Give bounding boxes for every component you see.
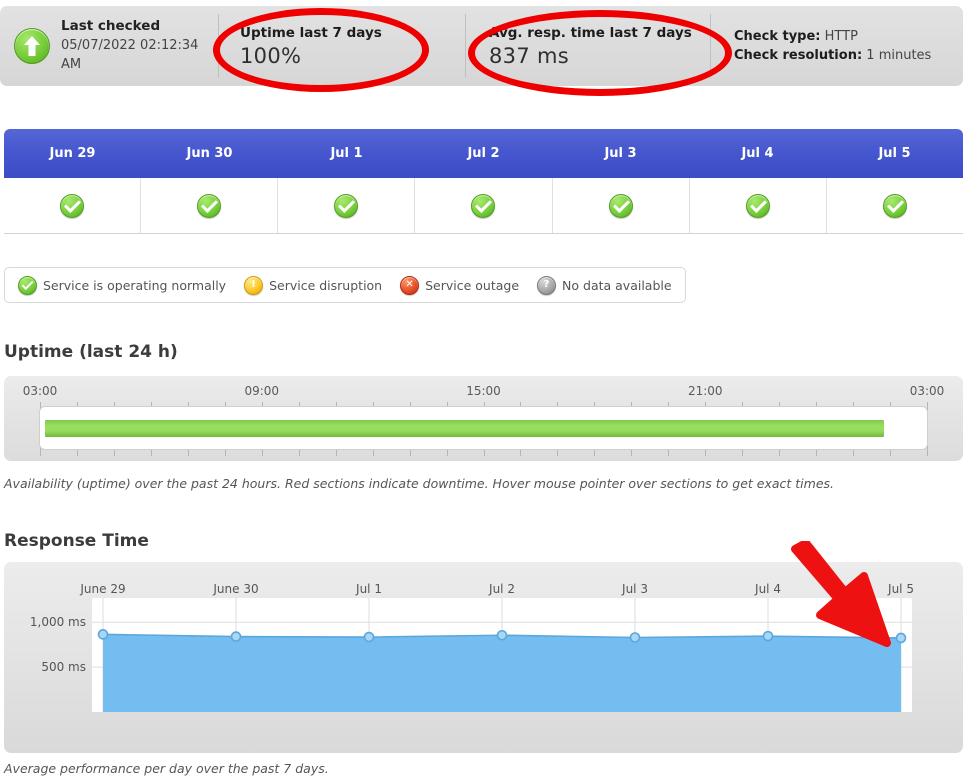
response-time-section-title: Response Time: [4, 531, 149, 551]
legend-label-warn: Service disruption: [269, 277, 383, 293]
day-header-4: Jul 3: [604, 146, 637, 161]
legend-item-warn: ! Service disruption: [244, 275, 383, 295]
status-legend: Service is operating normally! Service di…: [4, 267, 686, 303]
uptime-tick-label-2: 15:00: [466, 384, 501, 398]
day-header-6: Jul 5: [878, 146, 911, 161]
last-checked-text: Last checked 05/07/2022 02:12:34 AM: [61, 17, 218, 74]
response-data-point-0[interactable]: [97, 629, 109, 640]
uptime-7d-cell: Uptime last 7 days 100%: [218, 6, 465, 86]
day-status-cell-3[interactable]: [415, 178, 553, 233]
check-circle-icon: [471, 193, 496, 218]
day-header-0: Jun 29: [49, 146, 96, 161]
check-info-cell: Check type: HTTP Check resolution: 1 min…: [710, 6, 963, 86]
response-data-point-4[interactable]: [629, 632, 641, 643]
check-circle-icon: [745, 193, 770, 218]
avg-resp-time-cell: Avg. resp. time last 7 days 837 ms: [465, 6, 710, 86]
arrow-up-icon: [14, 28, 50, 64]
day-header-3: Jul 2: [467, 146, 500, 161]
uptime-section-title: Uptime (last 24 h): [4, 342, 178, 362]
response-time-plot[interactable]: [92, 598, 912, 712]
check-circle-icon: [334, 193, 359, 218]
response-data-point-6[interactable]: [895, 632, 907, 644]
check-info-text: Check type: HTTP Check resolution: 1 min…: [734, 25, 931, 67]
uptime-tick-label-1: 09:00: [244, 384, 280, 398]
avg-resp-time-text: Avg. resp. time last 7 days 837 ms: [489, 25, 692, 68]
response-area: [103, 634, 901, 712]
check-resolution-label: Check resolution:: [734, 48, 863, 63]
question-circle-icon: ?: [537, 275, 557, 295]
legend-label-nodata: No data available: [562, 277, 672, 293]
uptime-tick-label-4: 03:00: [909, 384, 945, 398]
legend-label-out: Service outage: [425, 277, 520, 293]
x-circle-icon: ✕: [400, 275, 420, 295]
check-type-label: Check type:: [734, 29, 821, 44]
check-circle-icon: [197, 193, 222, 218]
uptime-7d-value: 100%: [240, 43, 302, 68]
day-status-cell-2[interactable]: [278, 178, 416, 233]
response-data-point-5[interactable]: [762, 630, 774, 642]
avg-resp-time-label: Avg. resp. time last 7 days: [489, 24, 692, 41]
check-circle-icon: [882, 193, 907, 218]
exclamation-circle-icon: !: [244, 275, 264, 295]
uptime-track[interactable]: [40, 407, 927, 449]
last-checked-cell: Last checked 05/07/2022 02:12:34 AM: [0, 6, 218, 86]
response-data-point-1[interactable]: [230, 631, 242, 642]
uptime-gridline-24: [927, 402, 928, 456]
day-header-row: Jun 29 Jun 30 Jul 1 Jul 2 Jul 3 Jul 4 Jul 5: [4, 129, 963, 178]
seven-day-status-table: Jun 29 Jun 30 Jul 1 Jul 2 Jul 3 Jul 4 Jul 5: [4, 129, 963, 234]
check-circle-icon: [18, 275, 37, 295]
uptime-tick-label-3: 21:00: [687, 384, 723, 398]
legend-item-nodata: ? No data available: [537, 275, 672, 295]
uptime-footnote: Availability (uptime) over the past 24 h…: [4, 476, 835, 491]
response-data-point-3[interactable]: [496, 629, 508, 641]
check-resolution-line: Check resolution: 1 minutes: [734, 48, 931, 63]
response-time-chart-svg: [92, 598, 912, 712]
last-checked-label: Last checked: [61, 18, 161, 35]
response-y-label-1: 500 ms: [41, 660, 86, 675]
day-status-cell-6[interactable]: [827, 178, 963, 233]
day-header-5: Jul 4: [741, 146, 774, 161]
summary-bar: Last checked 05/07/2022 02:12:34 AM Upti…: [0, 6, 963, 86]
check-type-value: HTTP: [824, 29, 858, 44]
uptime-7d-text: Uptime last 7 days 100%: [240, 25, 382, 68]
check-resolution-value: 1 minutes: [866, 48, 932, 63]
legend-item-ok: Service is operating normally: [18, 275, 227, 295]
day-status-row: [4, 178, 963, 234]
check-type-line: Check type: HTTP: [734, 29, 931, 44]
uptime-7d-label: Uptime last 7 days: [240, 24, 382, 41]
check-circle-icon: [608, 193, 633, 218]
uptime-segment-up[interactable]: [45, 420, 885, 437]
day-status-cell-4[interactable]: [553, 178, 690, 233]
response-time-footnote: Average performance per day over the pas…: [4, 761, 329, 776]
response-time-panel[interactable]: June 29 June 30 Jul 1 Jul 2 Jul 3 Jul 4 Jul 5 …: [4, 562, 963, 753]
day-status-cell-5[interactable]: [690, 178, 827, 233]
avg-resp-time-value: 837 ms: [489, 43, 569, 68]
day-header-2: Jul 1: [330, 146, 363, 161]
uptime-axis-labels: 03:00 09:00 15:00 21:00 03:00: [23, 384, 945, 400]
day-status-cell-1[interactable]: [141, 178, 279, 233]
last-checked-value: 05/07/2022 02:12:34 AM: [61, 37, 199, 72]
day-header-1: Jun 30: [186, 146, 233, 161]
legend-label-ok: Service is operating normally: [43, 277, 227, 293]
check-circle-icon: [60, 193, 85, 218]
response-data-point-2[interactable]: [363, 631, 375, 643]
response-y-label-0: 1,000 ms: [29, 615, 86, 630]
uptime-tick-label-0: 03:00: [22, 384, 58, 398]
uptime-panel[interactable]: 03:00 09:00 15:00 21:00 03:00: [4, 376, 963, 461]
legend-item-out: ✕ Service outage: [400, 275, 520, 295]
day-status-cell-0[interactable]: [4, 178, 142, 233]
